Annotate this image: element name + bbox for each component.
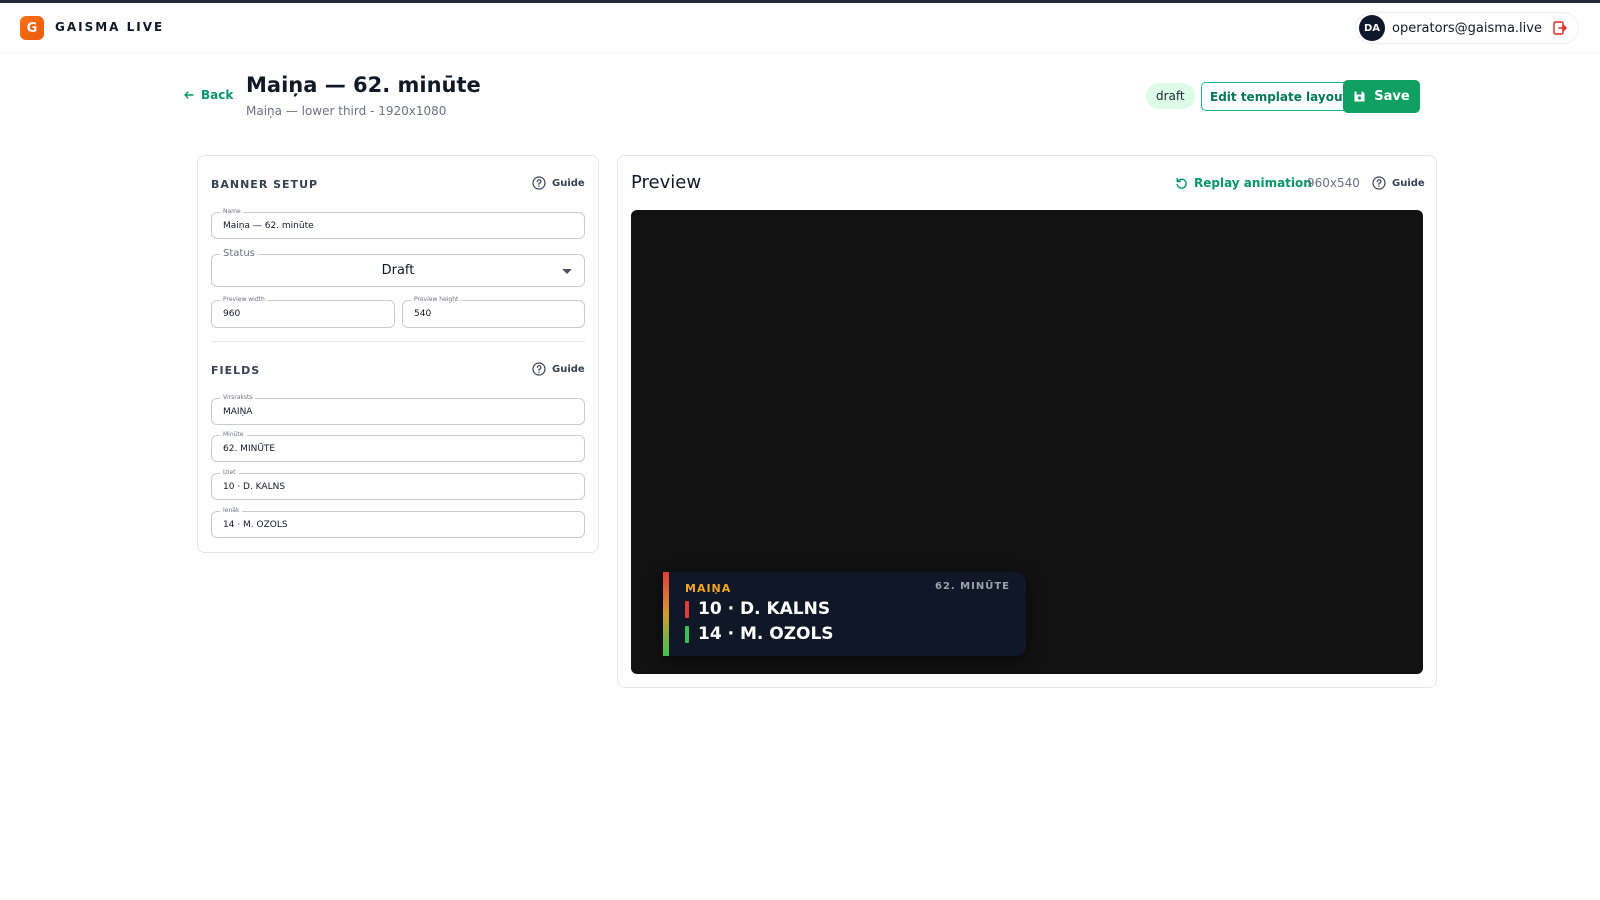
banner-setup-guide-link[interactable]: Guide bbox=[532, 176, 585, 190]
section-divider bbox=[211, 341, 585, 342]
preview-dimensions: 960x540 bbox=[1307, 176, 1360, 190]
field-player-out-value: 10 · D. KALNS bbox=[223, 481, 286, 492]
in-marker bbox=[685, 625, 689, 643]
name-field[interactable]: Name Maiņa — 62. minūte bbox=[211, 207, 585, 239]
preview-canvas: MAIŅA 62. MINŪTE 10 · D. KALNS 14 · M. O… bbox=[631, 210, 1423, 674]
user-email: operators@gaisma.live bbox=[1392, 21, 1542, 36]
preview-height-field[interactable]: Preview height 540 bbox=[402, 295, 585, 328]
status-badge: draft bbox=[1146, 83, 1195, 109]
field-headline-value: MAIŅA bbox=[223, 406, 253, 417]
banner-minute: 62. MINŪTE bbox=[934, 581, 1010, 592]
banner-setup-card: BANNER SETUP Guide Name Maiņa — 62. minū… bbox=[197, 155, 599, 553]
back-link[interactable]: Back bbox=[183, 88, 233, 102]
page-subtitle: Maiņa — lower third - 1920x1080 bbox=[246, 104, 447, 118]
brand-name: GAISMA LIVE bbox=[55, 20, 165, 34]
banner-setup-title: BANNER SETUP bbox=[211, 178, 319, 191]
help-circle-icon bbox=[1372, 176, 1386, 190]
banner-player-in-text: 14 · M. OZOLS bbox=[698, 624, 834, 644]
preview-card: Preview Replay animation 960x540 Guide M… bbox=[617, 155, 1437, 688]
name-field-value: Maiņa — 62. minūte bbox=[223, 220, 314, 231]
field-player-in-value: 14 · M. OZOLS bbox=[223, 519, 288, 530]
field-minute-value: 62. MINŪTE bbox=[223, 443, 276, 454]
replay-icon bbox=[1176, 177, 1187, 189]
help-circle-icon bbox=[532, 176, 546, 190]
help-circle-icon bbox=[532, 362, 546, 376]
guide-label: Guide bbox=[552, 177, 585, 189]
edit-template-layout-button[interactable]: Edit template layout bbox=[1201, 82, 1358, 111]
status-select-value: Draft bbox=[381, 263, 415, 278]
fields-guide-link[interactable]: Guide bbox=[532, 362, 585, 376]
replay-label: Replay animation bbox=[1194, 176, 1312, 190]
banner-headline: MAIŅA bbox=[685, 582, 732, 595]
out-marker bbox=[685, 600, 689, 618]
arrow-left-icon bbox=[184, 91, 194, 99]
banner-player-out: 10 · D. KALNS bbox=[685, 599, 830, 619]
brand-logo-icon[interactable]: G bbox=[20, 16, 44, 40]
lower-third-banner: MAIŅA 62. MINŪTE 10 · D. KALNS 14 · M. O… bbox=[663, 572, 1026, 656]
user-menu[interactable]: DA operators@gaisma.live bbox=[1355, 12, 1579, 44]
page-title: Maiņa — 62. minūte bbox=[246, 73, 481, 97]
field-player-in[interactable]: Ienāk 14 · M. OZOLS bbox=[211, 506, 585, 538]
preview-title: Preview bbox=[631, 172, 702, 193]
replay-animation-button[interactable]: Replay animation bbox=[1175, 176, 1312, 190]
banner-player-out-text: 10 · D. KALNS bbox=[698, 599, 831, 619]
back-label: Back bbox=[201, 88, 234, 102]
field-minute[interactable]: Minūte 62. MINŪTE bbox=[211, 430, 585, 462]
guide-label: Guide bbox=[1392, 177, 1425, 189]
save-icon bbox=[1354, 91, 1365, 102]
status-select[interactable]: Status Draft bbox=[211, 247, 585, 287]
preview-width-field[interactable]: Preview width 960 bbox=[211, 295, 395, 328]
avatar: DA bbox=[1359, 15, 1385, 41]
preview-guide-link[interactable]: Guide bbox=[1372, 176, 1425, 190]
fields-title: FIELDS bbox=[211, 364, 261, 377]
save-label: Save bbox=[1374, 89, 1410, 104]
field-headline[interactable]: Virsraksts MAIŅA bbox=[211, 393, 585, 425]
chevron-down-icon bbox=[562, 269, 572, 274]
preview-width-value: 960 bbox=[223, 309, 241, 319]
banner-player-in: 14 · M. OZOLS bbox=[685, 624, 834, 644]
field-player-out[interactable]: Iziet 10 · D. KALNS bbox=[211, 468, 585, 500]
guide-label: Guide bbox=[552, 363, 585, 375]
top-bar: G GAISMA LIVE DA operators@gaisma.live bbox=[0, 3, 1600, 53]
save-button[interactable]: Save bbox=[1343, 80, 1420, 113]
logout-icon[interactable] bbox=[1552, 20, 1568, 36]
preview-height-value: 540 bbox=[414, 309, 432, 319]
banner-accent-bar bbox=[663, 572, 669, 656]
